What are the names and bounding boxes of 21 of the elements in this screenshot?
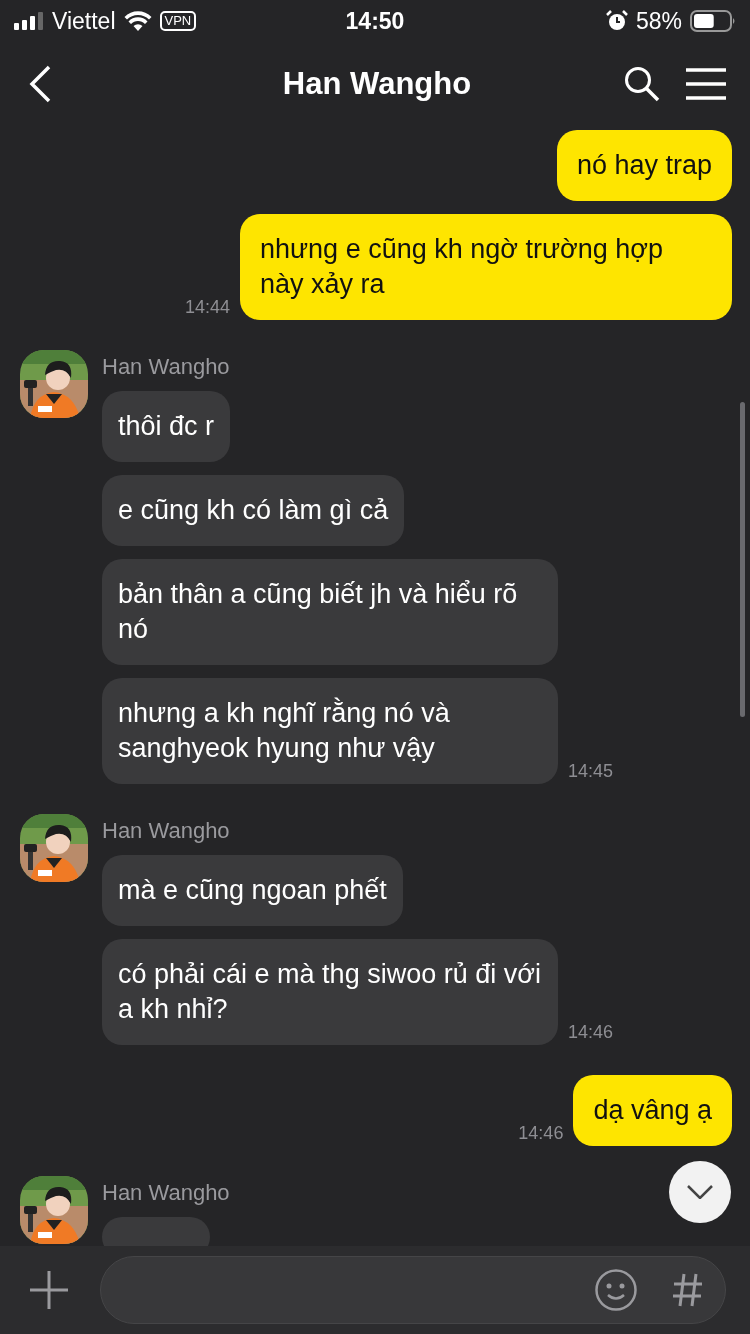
message-bubble: nhưng e cũng kh ngờ trường hợp này xảy ra [240, 214, 732, 320]
sender-name: Han Wangho [102, 818, 231, 844]
message-time: 14:45 [568, 761, 614, 782]
chat-title: Han Wangho [282, 66, 472, 102]
message-bubble: thôi đc r [102, 391, 231, 462]
message-time: 14:46 [568, 1022, 614, 1043]
message-bubble: mà e cũng ngoan phết [102, 855, 403, 926]
message-bubble: dạ vâng ạ [573, 1075, 732, 1146]
message-bubble: bản thân a cũng biết jh và hiểu rõ nó [102, 559, 558, 665]
battery-percent: 58% [635, 7, 682, 35]
message-bubble: nhưng a kh nghĩ rằng nó và sanghyeok hyung như vậy [102, 678, 558, 784]
sender-name: Han Wangho [102, 354, 231, 380]
clock: 14:50 [345, 7, 405, 35]
message-time: 14:46 [518, 1123, 564, 1144]
message-bubble: có phải cái e mà thg siwoo rủ đi với a kh nhỉ? [102, 939, 558, 1045]
message-bubble: e cũng kh có làm gì cả [102, 475, 405, 546]
message-bubble: nó hay trap [556, 130, 732, 201]
carrier-name: Viettel [52, 7, 116, 35]
vpn-badge: VPN [159, 11, 197, 31]
sender-name: Han Wangho [102, 1180, 230, 1206]
message-time: 14:44 [184, 297, 230, 318]
